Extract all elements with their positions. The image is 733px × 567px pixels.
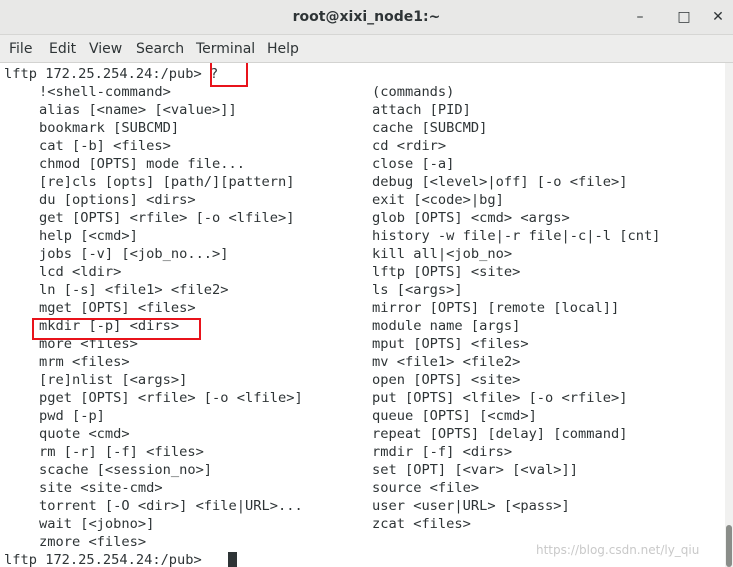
title-bar: root@xixi_node1:~ – □ ✕ [0,0,733,35]
help-entry-right: debug [<level>|off] [-o <file>] [372,174,628,190]
help-entry-left: mget [OPTS] <files> [39,300,196,316]
terminal-output[interactable]: lftp 172.25.254.24:/pub> ? !<shell-comma… [0,63,725,567]
help-entry-left: scache [<session_no>] [39,462,213,478]
help-entry-left: mrm <files> [39,354,130,370]
watermark: https://blog.csdn.net/ly_qiu [536,543,700,557]
help-entry-right: user <user|URL> [<pass>] [372,498,570,514]
help-entry-right: mirror [OPTS] [remote [local]] [372,300,620,316]
help-entry-right: glob [OPTS] <cmd> <args> [372,210,570,226]
help-entry-left: cat [-b] <files> [39,138,171,154]
menu-help[interactable]: Help [267,35,299,63]
minimize-icon[interactable]: – [632,9,648,25]
help-entry-left: quote <cmd> [39,426,130,442]
help-entry-right: mv <file1> <file2> [372,354,521,370]
scrollbar-thumb[interactable] [726,525,732,567]
help-entry-left: get [OPTS] <rfile> [-o <lfile>] [39,210,295,226]
maximize-icon[interactable]: □ [676,9,692,25]
help-entry-left: chmod [OPTS] mode file... [39,156,246,172]
help-entry-right: lftp [OPTS] <site> [372,264,521,280]
help-entry-right: kill all|<job_no> [372,246,513,262]
help-entry-right: set [OPT] [<var> [<val>]] [372,462,579,478]
final-prompt-line: lftp 172.25.254.24:/pub> [4,552,211,567]
help-entry-left: rm [-r] [-f] <files> [39,444,204,460]
help-entry-right: attach [PID] [372,102,471,118]
menu-edit[interactable]: Edit [49,35,76,63]
help-entry-left: [re]cls [opts] [path/][pattern] [39,174,295,190]
help-entry-right: mput [OPTS] <files> [372,336,529,352]
prompt-command-line: lftp 172.25.254.24:/pub> ? [4,66,219,82]
help-entry-left: site <site-cmd> [39,480,163,496]
help-entry-right: repeat [OPTS] [delay] [command] [372,426,628,442]
help-entry-right: source <file> [372,480,480,496]
help-entry-right: (commands) [372,84,455,100]
close-icon[interactable]: ✕ [710,9,726,25]
help-entry-right: exit [<code>|bg] [372,192,504,208]
help-entry-left: help [<cmd>] [39,228,138,244]
help-entry-left: alias [<name> [<value>]] [39,102,237,118]
help-entry-right: put [OPTS] <lfile> [-o <rfile>] [372,390,628,406]
help-entry-right: module name [args] [372,318,521,334]
menu-file[interactable]: File [9,35,32,63]
help-entry-left: pwd [-p] [39,408,105,424]
help-entry-right: open [OPTS] <site> [372,372,521,388]
help-entry-left: [re]nlist [<args>] [39,372,188,388]
help-entry-left: ln [-s] <file1> <file2> [39,282,229,298]
help-entry-right: cache [SUBCMD] [372,120,488,136]
menu-bar: File Edit View Search Terminal Help [0,35,733,63]
scrollbar[interactable] [725,63,733,567]
help-entry-left: zmore <files> [39,534,147,550]
text-cursor [228,552,237,567]
help-entry-left: du [options] <dirs> [39,192,196,208]
mkdir-highlight-box [32,318,201,340]
help-entry-right: queue [OPTS] [<cmd>] [372,408,537,424]
help-entry-left: bookmark [SUBCMD] [39,120,180,136]
help-entry-right: ls [<args>] [372,282,463,298]
window-title: root@xixi_node1:~ [292,9,441,25]
menu-view[interactable]: View [89,35,122,63]
help-entry-left: wait [<jobno>] [39,516,155,532]
question-mark-highlight-box [210,63,248,87]
help-entry-left: !<shell-command> [39,84,171,100]
help-entry-right: rmdir [-f] <dirs> [372,444,513,460]
help-entry-left: pget [OPTS] <rfile> [-o <lfile>] [39,390,303,406]
help-entry-right: zcat <files> [372,516,471,532]
help-entry-left: jobs [-v] [<job_no...>] [39,246,229,262]
help-entry-right: history -w file|-r file|-c|-l [cnt] [372,228,661,244]
help-entry-right: cd <rdir> [372,138,447,154]
menu-search[interactable]: Search [136,35,184,63]
menu-terminal[interactable]: Terminal [196,35,255,63]
help-entry-left: lcd <ldir> [39,264,122,280]
help-entry-right: close [-a] [372,156,455,172]
help-entry-left: torrent [-O <dir>] <file|URL>... [39,498,303,514]
